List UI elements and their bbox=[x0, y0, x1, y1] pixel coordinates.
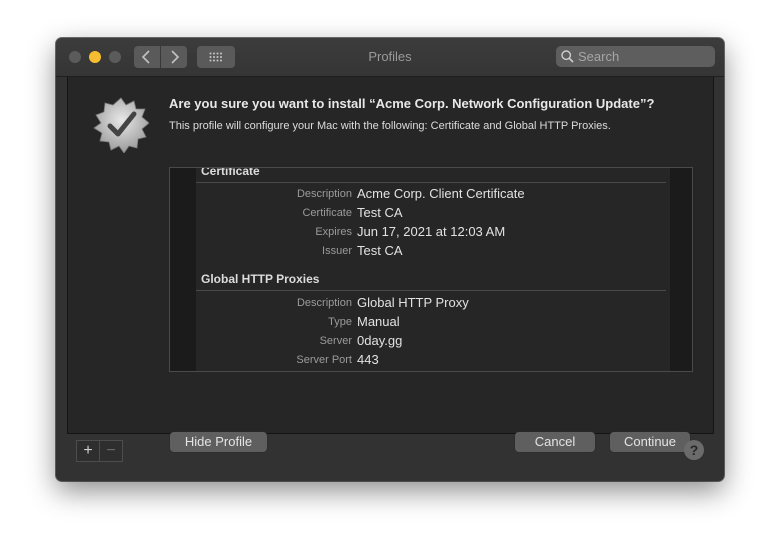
detail-label: Type bbox=[328, 316, 352, 328]
detail-label: Issuer bbox=[322, 245, 352, 257]
section-title-certificate: Certificate bbox=[201, 167, 260, 178]
remove-profile-button[interactable]: − bbox=[100, 441, 122, 461]
detail-value: Test CA bbox=[357, 243, 403, 258]
detail-label: Certificate bbox=[302, 207, 352, 219]
search-icon bbox=[561, 50, 574, 63]
verified-checkmark-badge-icon bbox=[93, 97, 149, 153]
confirmation-subtext: This profile will configure your Mac wit… bbox=[169, 120, 611, 132]
detail-value: Test CA bbox=[357, 205, 403, 220]
detail-label: Server bbox=[319, 335, 352, 347]
detail-row: Expires Jun 17, 2021 at 12:03 AM bbox=[196, 223, 670, 242]
detail-row: Description Global HTTP Proxy bbox=[196, 294, 670, 313]
section-title-proxies: Global HTTP Proxies bbox=[201, 272, 320, 286]
add-profile-button[interactable]: + bbox=[77, 441, 100, 461]
add-remove-control: + − bbox=[76, 440, 123, 462]
detail-value: Global HTTP Proxy bbox=[357, 295, 469, 310]
detail-row: Server 0day.gg bbox=[196, 332, 670, 351]
search-field[interactable] bbox=[556, 46, 715, 67]
detail-label: Description bbox=[296, 297, 352, 309]
install-profile-sheet: Are you sure you want to install “Acme C… bbox=[67, 77, 714, 452]
detail-label: Description bbox=[296, 188, 352, 200]
cancel-button[interactable]: Cancel bbox=[515, 432, 595, 452]
hide-profile-button[interactable]: Hide Profile bbox=[170, 432, 267, 452]
profiles-window: Profiles Are you sure you want to instal… bbox=[56, 38, 724, 481]
profile-details-panel[interactable]: Certificate Description Acme Corp. Clien… bbox=[169, 167, 693, 372]
detail-row: Issuer Test CA bbox=[196, 242, 670, 261]
detail-label: Expires bbox=[315, 226, 352, 238]
detail-label: Server Port bbox=[296, 354, 352, 366]
detail-value: Jun 17, 2021 at 12:03 AM bbox=[357, 224, 506, 239]
detail-value: 443 bbox=[357, 352, 379, 367]
detail-value: Acme Corp. Client Certificate bbox=[357, 186, 525, 201]
profile-details-content: Certificate Description Acme Corp. Clien… bbox=[196, 168, 670, 371]
search-input[interactable] bbox=[578, 48, 708, 65]
help-button[interactable]: ? bbox=[684, 440, 704, 460]
continue-button[interactable]: Continue bbox=[610, 432, 690, 452]
section-divider bbox=[196, 182, 666, 183]
confirmation-heading: Are you sure you want to install “Acme C… bbox=[169, 96, 655, 111]
detail-row: Type Manual bbox=[196, 313, 670, 332]
detail-value: Manual bbox=[357, 314, 400, 329]
detail-row: Server Port 443 bbox=[196, 351, 670, 370]
detail-row: Description Acme Corp. Client Certificat… bbox=[196, 185, 670, 204]
title-bar: Profiles bbox=[56, 38, 724, 77]
section-divider bbox=[196, 290, 666, 291]
detail-row: Certificate Test CA bbox=[196, 204, 670, 223]
detail-value: 0day.gg bbox=[357, 333, 403, 348]
